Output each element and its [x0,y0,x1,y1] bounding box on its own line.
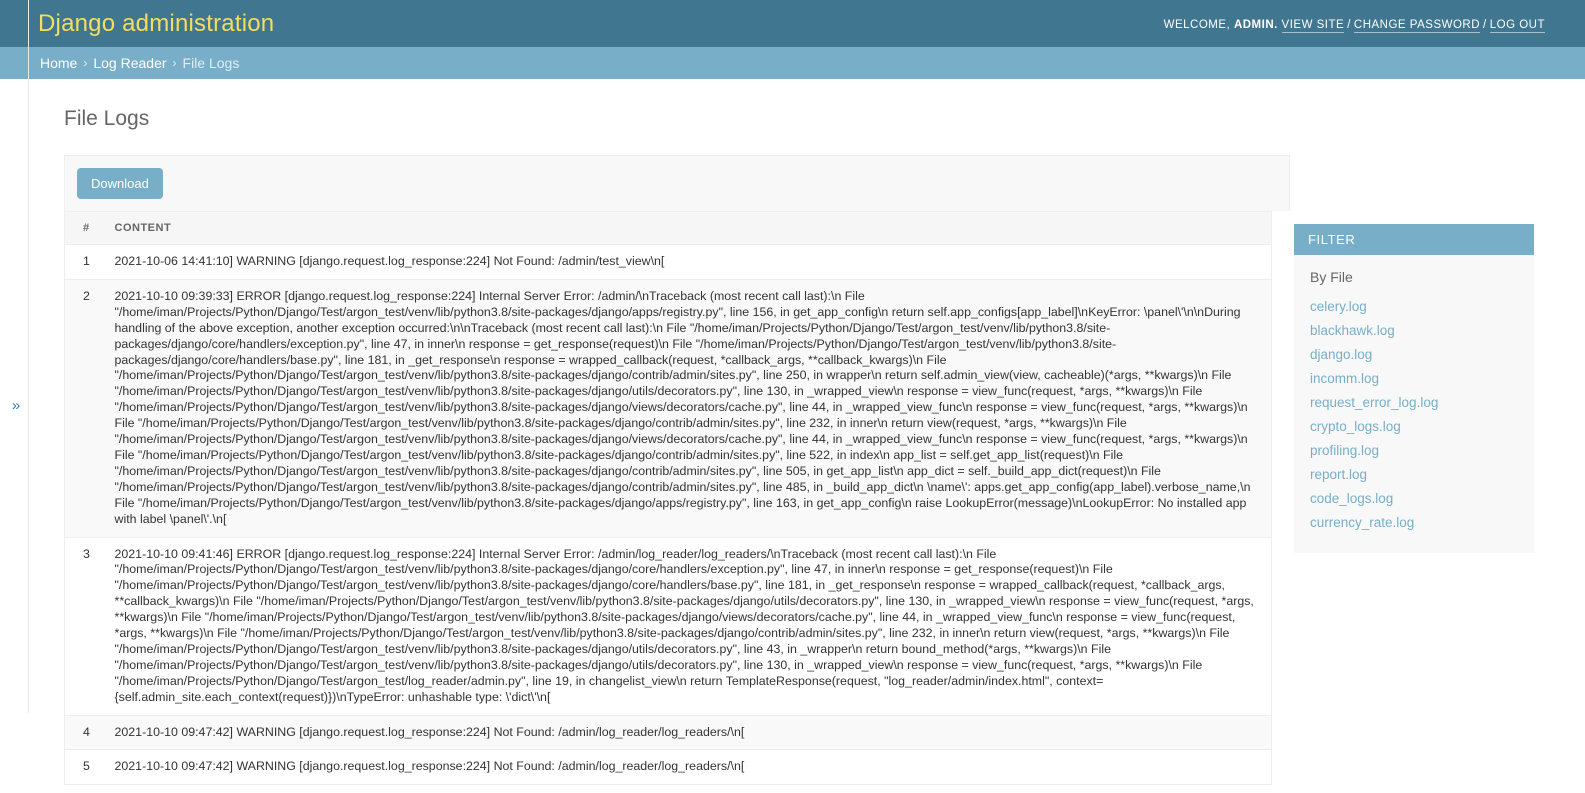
log-content-cell: 2021-10-06 14:41:10] WARNING [django.req… [106,244,1272,280]
page-container: Django administration WELCOME, ADMIN. VI… [0,0,1585,786]
table-row: 3 2021-10-10 09:41:46] ERROR [django.requ… [64,537,1272,716]
row-index-cell: 3 [64,537,107,716]
table-header-row: # CONTENT [64,211,1272,245]
table-row: 4 2021-10-10 09:47:42] WARNING [django.re… [64,715,1272,751]
table-row: 2 2021-10-10 09:39:33] ERROR [django.requ… [64,279,1272,538]
filter-heading: FILTER [1294,224,1534,255]
filter-list-item: code_logs.log [1294,487,1534,511]
site-header: Django administration WELCOME, ADMIN. VI… [0,0,1585,47]
filter-option-link[interactable]: crypto_logs.log [1310,419,1401,434]
actions-toolbar: Download [64,155,1290,211]
column-header-index[interactable]: # [64,211,107,245]
main-wrap: File Logs Download # CONTENT 1 2021-10-06… [0,79,1585,786]
breadcrumb-home[interactable]: Home [40,55,77,71]
filter-option-link[interactable]: celery.log [1310,299,1367,314]
filter-group-label: By File [1310,269,1353,285]
log-out-link[interactable]: LOG OUT [1489,18,1545,33]
view-site-link[interactable]: VIEW SITE [1281,18,1345,33]
log-results-table: # CONTENT 1 2021-10-06 14:41:10] WARNING … [64,211,1272,786]
row-index-cell: 1 [64,244,107,280]
row-index-cell: 2 [64,279,107,538]
breadcrumb-current: File Logs [182,55,240,71]
branding: Django administration [38,10,274,38]
filter-sidebar: FILTER By File celery.log blackhawk.log dj… [1294,224,1534,553]
table-body: 1 2021-10-06 14:41:10] WARNING [django.re… [64,244,1272,786]
row-index-cell: 4 [64,715,107,751]
filter-list-item: request_error_log.log [1294,391,1534,415]
filter-list-item: report.log [1294,463,1534,487]
welcome-text: WELCOME, [1163,18,1231,31]
user-tools-separator-1: / [1347,18,1351,31]
filter-list-item: currency_rate.log [1294,511,1534,535]
log-content-cell: 2021-10-10 09:39:33] ERROR [django.reque… [106,279,1272,538]
table-row: 5 2021-10-10 09:47:42] WARNING [django.re… [64,749,1272,786]
filter-list-item: celery.log [1294,295,1534,319]
download-button[interactable]: Download [77,168,163,199]
filter-list-item: crypto_logs.log [1294,415,1534,439]
row-index-cell: 5 [64,749,107,786]
filter-option-link[interactable]: blackhawk.log [1310,323,1395,338]
main-content: File Logs Download # CONTENT 1 2021-10-06… [0,79,1290,786]
nav-divider [28,0,29,713]
filter-option-link[interactable]: report.log [1310,467,1367,482]
user-tools-separator-2: / [1483,18,1487,31]
breadcrumb-log-reader[interactable]: Log Reader [93,55,166,71]
log-content-cell: 2021-10-10 09:41:46] ERROR [django.reque… [106,537,1272,716]
user-tools: WELCOME, ADMIN. VIEW SITE / CHANGE PASSWOR… [1163,17,1545,33]
filter-option-link[interactable]: django.log [1310,347,1372,362]
page-title: File Logs [64,107,150,130]
breadcrumb: Home › Log Reader › File Logs [0,47,1585,79]
column-header-content[interactable]: CONTENT [106,211,1272,245]
filter-list-item: profiling.log [1294,439,1534,463]
chevron-double-right-icon[interactable]: » [5,397,27,414]
breadcrumb-separator-2: › [172,56,177,70]
filter-option-link[interactable]: currency_rate.log [1310,515,1414,530]
filter-option-link[interactable]: code_logs.log [1310,491,1393,506]
table-row: 1 2021-10-06 14:41:10] WARNING [django.re… [64,244,1272,280]
username-label: ADMIN. [1233,18,1278,31]
filter-list-item: incomm.log [1294,367,1534,391]
filter-option-link[interactable]: request_error_log.log [1310,395,1438,410]
table-head: # CONTENT [64,211,1272,245]
results-module: Download # CONTENT 1 2021-10-06 14:41:10]… [64,155,1290,786]
log-content-cell: 2021-10-10 09:47:42] WARNING [django.req… [106,749,1272,786]
log-content-cell: 2021-10-10 09:47:42] WARNING [django.req… [106,715,1272,751]
filter-list-item: django.log [1294,343,1534,367]
filter-option-link[interactable]: profiling.log [1310,443,1379,458]
filter-list: celery.log blackhawk.log django.log incomm.… [1294,295,1534,553]
filter-option-link[interactable]: incomm.log [1310,371,1379,386]
breadcrumb-separator-1: › [83,56,88,70]
filter-list-item: blackhawk.log [1294,319,1534,343]
change-password-link[interactable]: CHANGE PASSWORD [1353,18,1481,33]
site-title: Django administration [38,9,275,37]
